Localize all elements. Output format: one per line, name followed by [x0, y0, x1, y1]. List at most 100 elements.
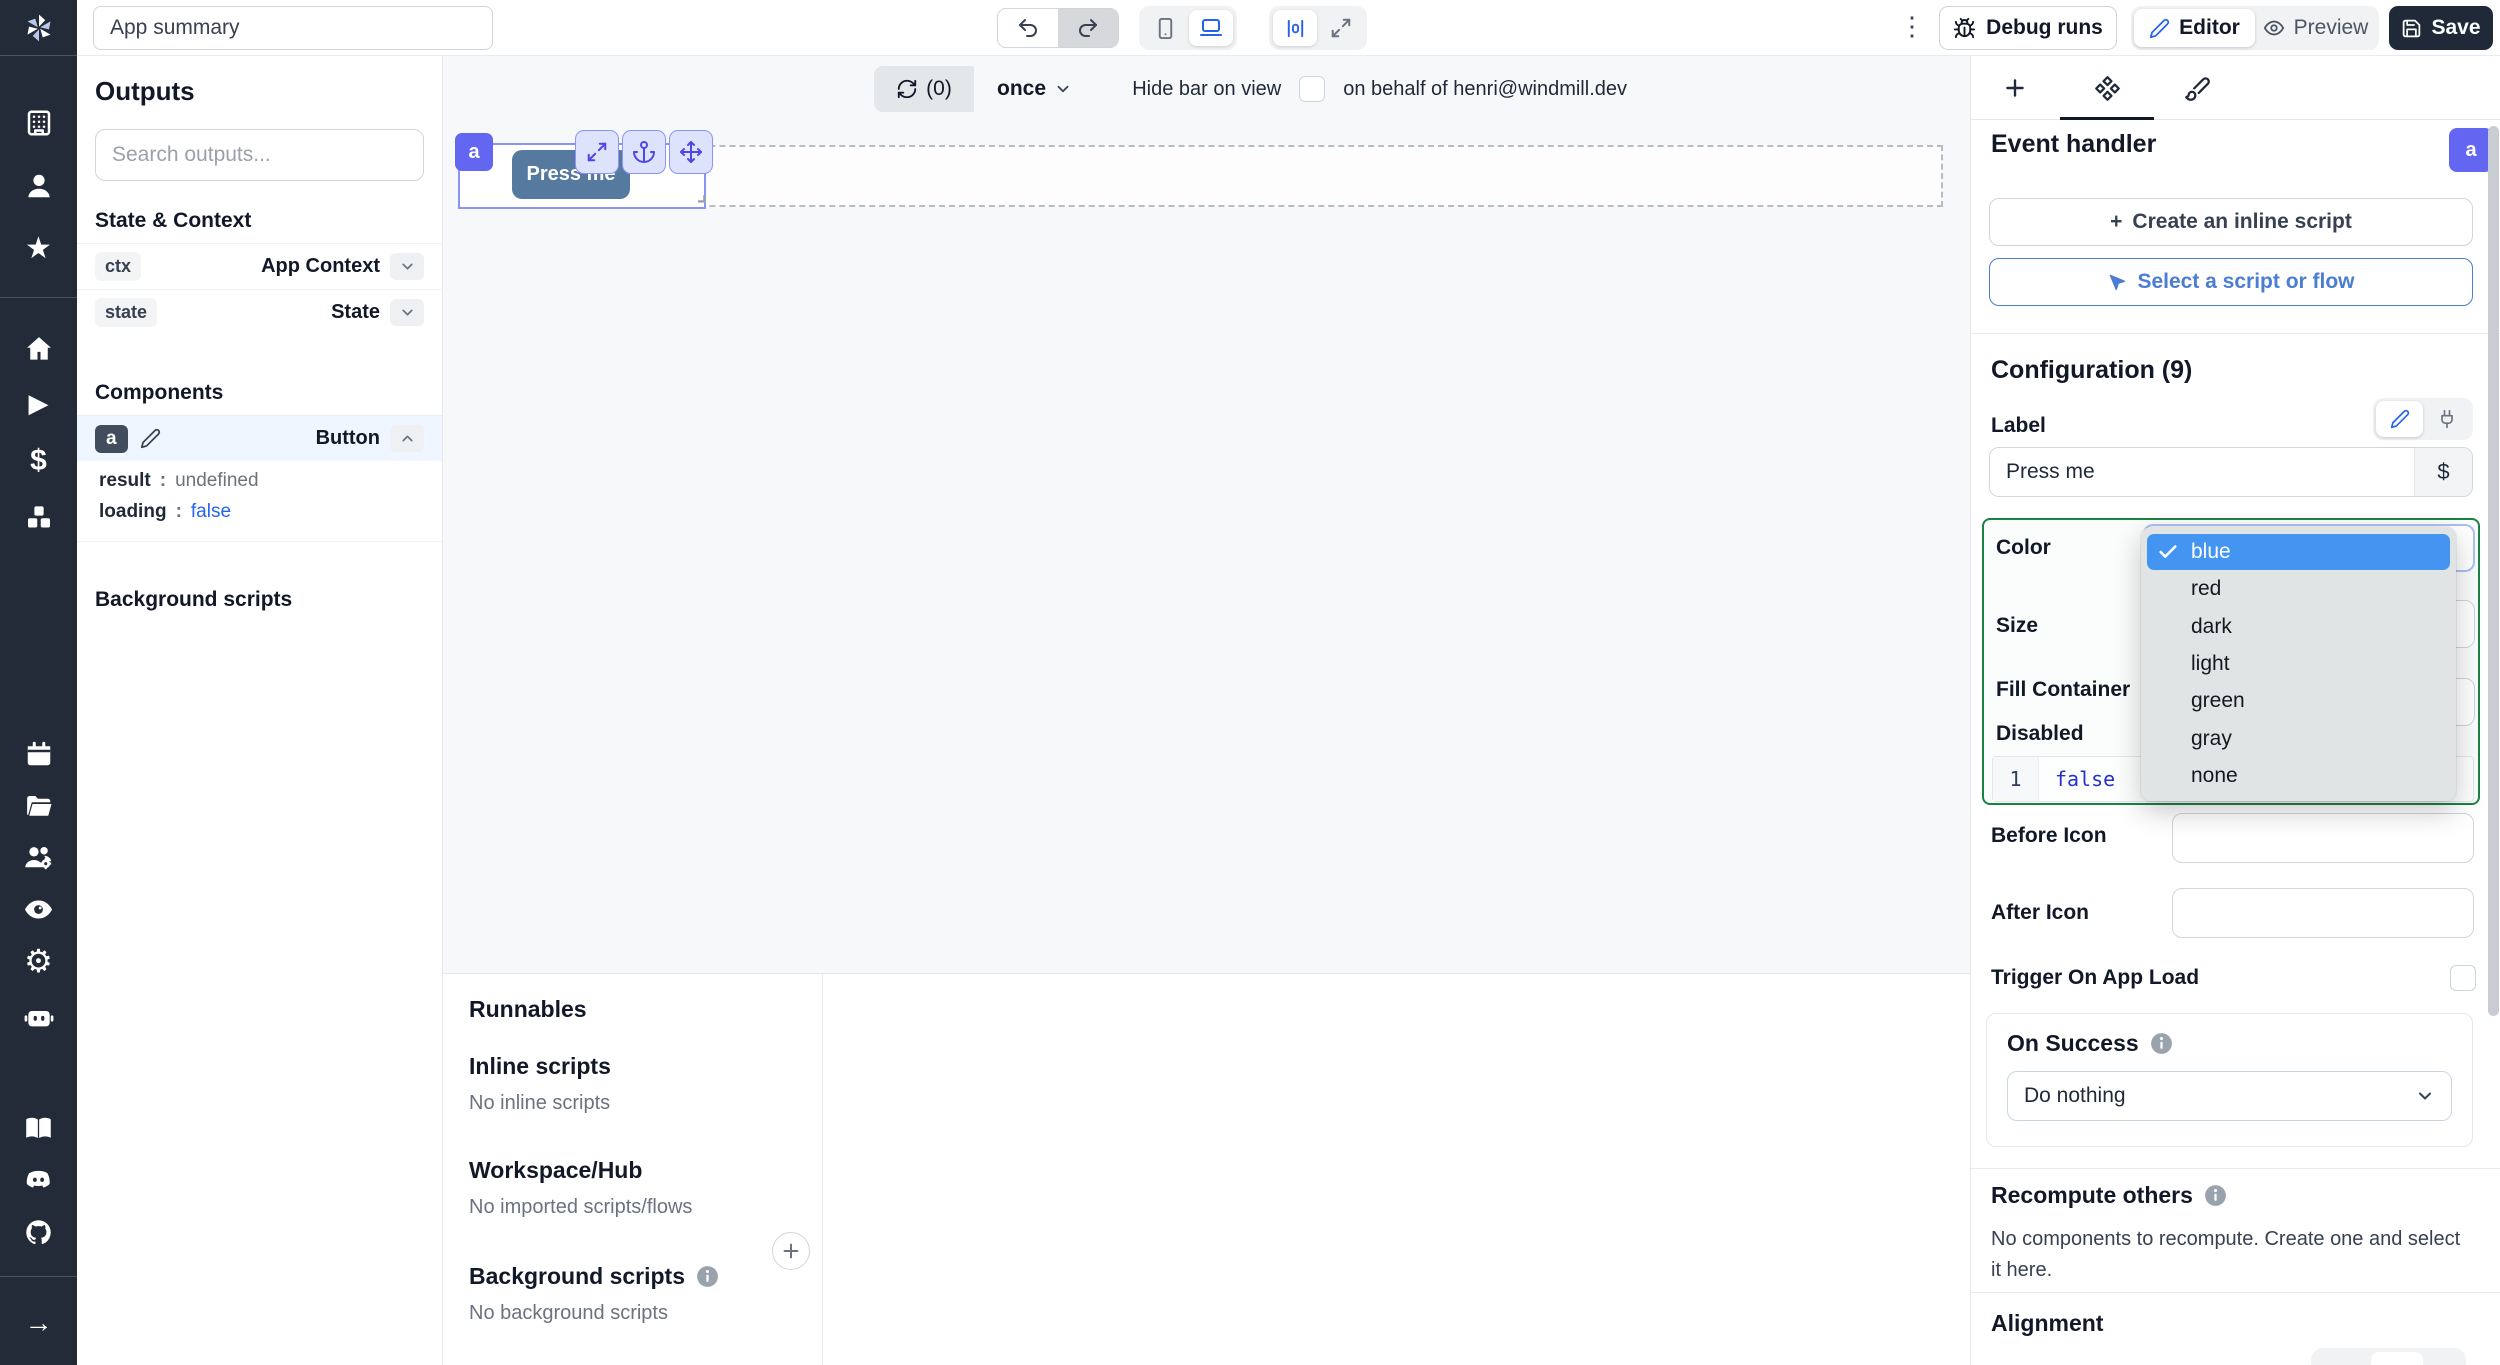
windmill-logo[interactable] [0, 0, 77, 56]
debug-runs-button[interactable]: Debug runs [1939, 6, 2117, 50]
prop-loading: loading : false [77, 492, 442, 537]
create-inline-label: Create an inline script [2132, 210, 2352, 233]
before-icon-input[interactable] [2172, 813, 2474, 863]
tab-preview[interactable]: Preview [2255, 9, 2376, 47]
connect-plug-icon[interactable] [2423, 401, 2470, 437]
section-divider [1971, 1292, 2500, 1293]
prop-colon: : [175, 501, 182, 522]
refresh-count: (0) [926, 77, 952, 100]
chevron-down-icon [2415, 1086, 2435, 1106]
color-option-blue[interactable]: blue [2147, 534, 2450, 570]
desktop-view-button[interactable] [1189, 10, 1233, 46]
info-icon[interactable] [2203, 1183, 2229, 1209]
editor-label: Editor [2179, 16, 2240, 39]
center-content-button[interactable] [1273, 10, 1317, 46]
refresh-all-button[interactable]: (0) [874, 66, 974, 112]
trigger-on-app-load-checkbox[interactable] [2450, 965, 2476, 991]
hide-bar-label: Hide bar on view [1132, 77, 1282, 100]
expand-sidebar-arrow-icon[interactable]: → [22, 1306, 55, 1339]
undo-button[interactable] [998, 8, 1058, 48]
inline-scripts-empty: No inline scripts [469, 1092, 611, 1114]
after-icon-input[interactable] [2172, 888, 2474, 938]
section-divider [1971, 333, 2500, 334]
color-option-dark[interactable]: dark [2147, 609, 2450, 645]
on-success-select[interactable]: Do nothing [2007, 1071, 2452, 1121]
canvas-toolbar: (0) once Hide bar on view on behalf of h… [443, 56, 1970, 122]
select-script-button[interactable]: Select a script or flow [1989, 258, 2473, 306]
cursor-icon [2107, 272, 2127, 292]
schedules-calendar-icon[interactable] [22, 737, 55, 770]
save-button[interactable]: Save [2389, 6, 2493, 50]
label-value-input[interactable] [1990, 448, 2414, 496]
color-option-light[interactable]: light [2147, 646, 2450, 682]
move-handle-icon[interactable] [669, 130, 713, 174]
anchor-handle-icon[interactable] [622, 130, 666, 174]
static-pencil-icon[interactable] [2376, 401, 2423, 437]
create-inline-script-button[interactable]: + Create an inline script [1989, 198, 2473, 246]
device-toggle-group [1139, 6, 1237, 50]
run-mode-dropdown[interactable]: once [983, 66, 1086, 112]
label-field-name: Label [1991, 414, 2046, 437]
resize-corner-icon[interactable] [687, 184, 709, 206]
runnables-title: Runnables [469, 996, 587, 1022]
fullscreen-button[interactable] [1319, 10, 1363, 46]
tab-editor[interactable]: Editor [2134, 9, 2255, 47]
home-icon[interactable] [22, 332, 55, 365]
resources-boxes-icon[interactable] [22, 500, 55, 533]
runnables-panel: Runnables Inline scripts No inline scrip… [443, 973, 1970, 1365]
configuration-heading: Configuration (9) [1991, 356, 2193, 384]
user-icon[interactable] [22, 169, 55, 202]
settings-gear-icon[interactable]: ⚙ [22, 944, 55, 977]
color-option-gray[interactable]: gray [2147, 721, 2450, 757]
discord-icon[interactable] [22, 1164, 55, 1197]
option-label: none [2191, 763, 2238, 787]
ai-bot-icon[interactable] [22, 1000, 55, 1033]
groups-users-icon[interactable] [22, 841, 55, 874]
top-toolbar: ⋮ Debug runs Editor Preview Save [77, 0, 2500, 56]
color-option-red[interactable]: red [2147, 571, 2450, 607]
color-option-none[interactable]: none [2147, 758, 2450, 794]
template-dollar-button[interactable]: $ [2414, 448, 2472, 496]
pencil-icon [2149, 18, 2170, 39]
app-canvas[interactable]: (0) once Hide bar on view on behalf of h… [443, 56, 1970, 973]
app-sidebar: ★ ▶ $ ⚙ → [0, 0, 77, 1365]
chevron-down-icon[interactable] [390, 299, 424, 326]
workspace-icon[interactable] [22, 106, 55, 139]
mobile-view-button[interactable] [1143, 10, 1187, 46]
app-summary-input[interactable] [93, 6, 493, 50]
rename-pencil-icon[interactable] [140, 428, 161, 449]
audit-eye-icon[interactable] [22, 893, 55, 926]
info-icon[interactable] [695, 1264, 721, 1290]
chevron-up-icon[interactable] [390, 425, 424, 452]
runs-play-icon[interactable]: ▶ [22, 386, 55, 419]
add-background-script-button[interactable] [772, 1232, 810, 1270]
folders-icon[interactable] [22, 789, 55, 822]
option-label: red [2191, 577, 2222, 601]
docs-book-icon[interactable] [22, 1112, 55, 1145]
inline-scripts-heading: Inline scripts [469, 1053, 611, 1079]
github-icon[interactable] [22, 1216, 55, 1249]
output-row-ctx[interactable]: ctx App Context [77, 243, 442, 289]
color-option-green[interactable]: green [2147, 683, 2450, 719]
tab-css-brush-icon[interactable] [2179, 70, 2215, 106]
info-icon[interactable] [2149, 1031, 2175, 1057]
bug-icon [1953, 17, 1976, 40]
panel-scrollbar[interactable] [2488, 126, 2499, 1016]
background-scripts-heading: Background scripts [469, 1263, 685, 1289]
component-row-button[interactable]: a Button [77, 415, 442, 461]
component-id-badge: a [455, 133, 493, 171]
recompute-empty-text: No components to recompute. Create one a… [1991, 1228, 2461, 1281]
variables-dollar-icon[interactable]: $ [22, 444, 55, 477]
more-options-kebab-icon[interactable]: ⋮ [1899, 11, 1925, 42]
hide-bar-checkbox[interactable] [1299, 76, 1326, 102]
search-outputs-input[interactable] [95, 129, 424, 181]
expand-handle-icon[interactable] [575, 130, 619, 174]
output-row-state[interactable]: state State [77, 289, 442, 335]
tab-insert-plus-icon[interactable] [1997, 70, 2033, 106]
chevron-down-icon[interactable] [390, 253, 424, 280]
alignment-segmented-control[interactable] [2311, 1348, 2466, 1365]
option-label: green [2191, 689, 2245, 713]
favorites-star-icon[interactable]: ★ [22, 232, 55, 265]
redo-button[interactable] [1058, 9, 1118, 47]
tab-component-settings-icon[interactable] [2089, 70, 2125, 106]
